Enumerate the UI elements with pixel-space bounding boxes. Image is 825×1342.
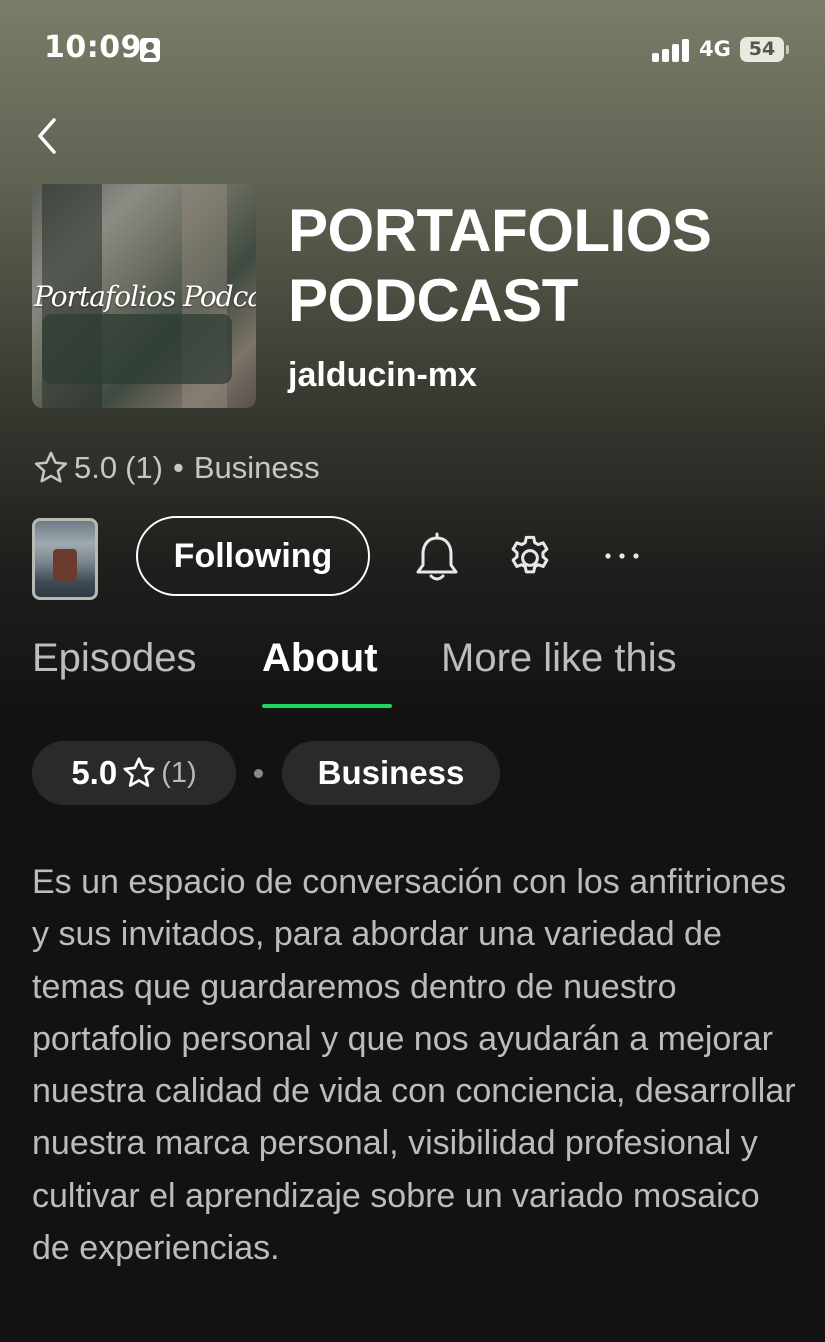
tab-bar: Episodes About More like this <box>32 636 812 710</box>
episode-thumbnail[interactable] <box>32 518 98 600</box>
chip-separator <box>254 769 263 778</box>
podcast-cover-image: Portafolios Podcast <box>32 184 256 408</box>
battery-level: 54 <box>748 38 776 60</box>
tab-about[interactable]: About <box>262 636 378 681</box>
tab-more-like-this[interactable]: More like this <box>441 636 677 681</box>
rating-chip-value: 5.0 <box>71 754 118 791</box>
more-dots-icon[interactable] <box>600 534 644 578</box>
back-chevron-icon <box>38 118 56 154</box>
rating-chip[interactable]: 5.0 (1) <box>32 741 236 805</box>
rating-value: 5.0 <box>74 450 118 485</box>
cover-script-text: Portafolios Podcast <box>34 280 256 313</box>
status-time: 10:09 <box>44 30 142 65</box>
action-bar: Following <box>32 516 792 600</box>
rating-category-row: 5.0 (1) • Business <box>32 448 320 488</box>
rating-chip-count: (1) <box>161 756 197 789</box>
bell-icon[interactable] <box>412 532 462 584</box>
active-tab-indicator <box>262 704 392 708</box>
category-label[interactable]: Business <box>194 450 320 486</box>
battery-icon: 54 <box>740 37 789 62</box>
back-button[interactable] <box>30 112 70 160</box>
category-chip[interactable]: Business <box>282 741 500 805</box>
star-icon <box>34 451 68 483</box>
podcast-author[interactable]: jalducin-mx <box>288 356 477 395</box>
podcast-title: PORTAFOLIOS PODCAST <box>288 197 712 334</box>
gear-icon[interactable] <box>504 532 556 584</box>
user-badge-icon <box>140 38 160 62</box>
meta-separator: • <box>173 450 184 485</box>
status-bar: 10:09 4G 54 <box>0 0 825 100</box>
following-button[interactable]: Following <box>136 516 370 596</box>
podcast-description: Es un espacio de conversación con los an… <box>32 863 796 1268</box>
signal-icon <box>652 38 692 62</box>
rating-count: (1) <box>125 450 163 485</box>
star-icon <box>123 757 155 787</box>
network-label: 4G <box>699 37 731 61</box>
tab-episodes[interactable]: Episodes <box>32 636 197 681</box>
